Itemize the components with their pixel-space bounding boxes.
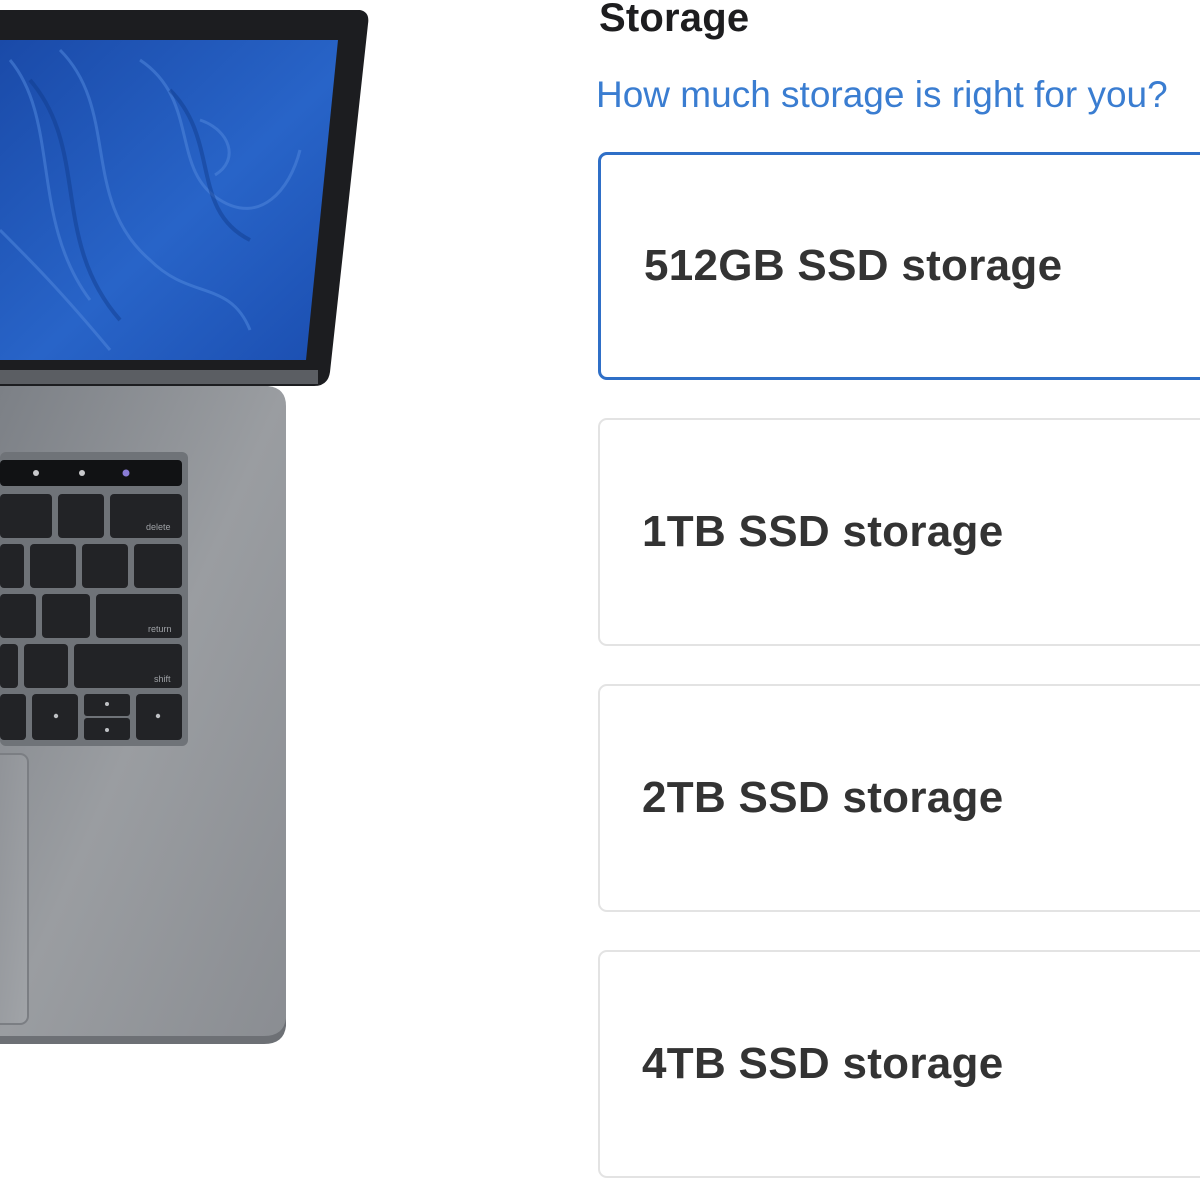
key-delete-label: delete <box>146 522 171 532</box>
key-shift-label: shift <box>154 674 171 684</box>
storage-option-2tb[interactable]: 2TB SSD storage <box>598 684 1200 912</box>
storage-help-link[interactable]: How much storage is right for you? <box>596 74 1168 116</box>
storage-option-1tb[interactable]: 1TB SSD storage <box>598 418 1200 646</box>
storage-option-label: 4TB SSD storage <box>642 1039 1004 1088</box>
key-return-label: return <box>148 624 172 634</box>
laptop-product-image: delete return shift <box>0 0 420 1200</box>
storage-option-4tb[interactable]: 4TB SSD storage <box>598 950 1200 1178</box>
storage-section: Storage How much storage is right for yo… <box>596 0 1200 1200</box>
laptop-image: delete return shift <box>0 10 369 1044</box>
storage-option-label: 512GB SSD storage <box>644 241 1063 290</box>
storage-option-label: 2TB SSD storage <box>642 773 1004 822</box>
product-config-page: delete return shift Storage How much sto… <box>0 0 1200 1200</box>
storage-title: Storage <box>599 0 750 40</box>
storage-option-512gb[interactable]: 512GB SSD storage <box>598 152 1200 380</box>
storage-option-label: 1TB SSD storage <box>642 507 1004 556</box>
